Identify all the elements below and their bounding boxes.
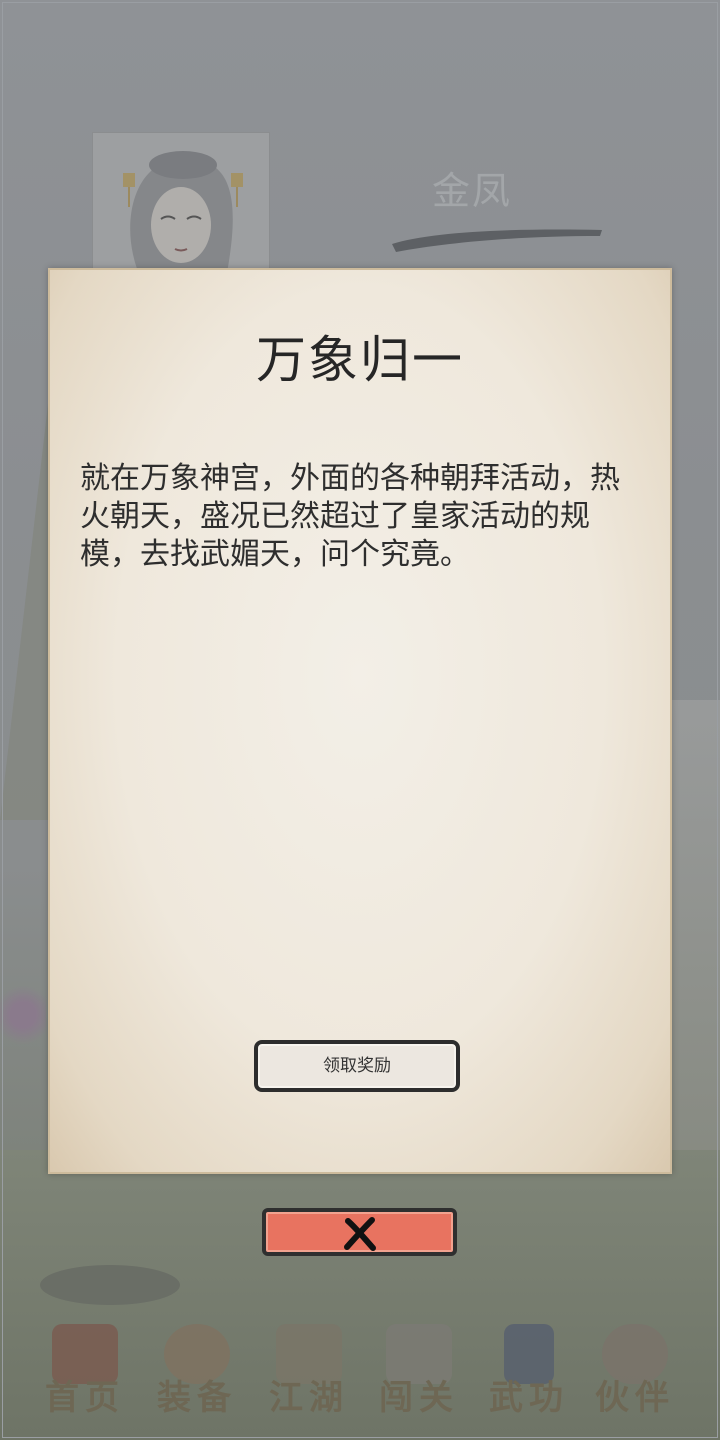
nav-label-partners: 伙伴 [595,1378,675,1418]
dialog-body-text: 就在万象神宫，外面的各种朝拜活动，热火朝天，盛况已然超过了皇家活动的规模，去找武… [80,461,620,572]
claim-reward-button[interactable]: 领取奖励 [254,1040,460,1092]
claim-reward-label: 领取奖励 [323,1056,391,1076]
nav-label-stage: 闯关 [379,1378,459,1418]
nav-item-home[interactable]: 首页 [30,1310,140,1440]
nav-item-jianghu[interactable]: 江湖 [254,1310,364,1440]
bottom-nav: 首页 装备 江湖 闯关 武功 伙伴 [0,1310,720,1440]
close-button[interactable] [262,1208,457,1256]
nav-item-equipment[interactable]: 装备 [142,1310,252,1440]
nav-item-partners[interactable]: 伙伴 [580,1310,690,1440]
nav-label-home: 首页 [45,1378,125,1418]
nav-item-martial-arts[interactable]: 武功 [474,1310,584,1440]
quest-dialog: 万象归一 就在万象神宫，外面的各种朝拜活动，热火朝天，盛况已然超过了皇家活动的规… [48,268,672,1174]
brush-stroke [392,229,602,252]
dialog-title: 万象归一 [256,331,464,389]
paper-edge [48,268,672,1174]
close-icon [344,1217,376,1251]
nav-label-martial-arts: 武功 [489,1378,569,1418]
character-name: 金凤 [432,169,513,213]
nav-item-stage[interactable]: 闯关 [364,1310,474,1440]
character-portrait[interactable] [92,132,270,282]
nav-label-equipment: 装备 [157,1378,237,1418]
nav-label-jianghu: 江湖 [269,1378,349,1418]
